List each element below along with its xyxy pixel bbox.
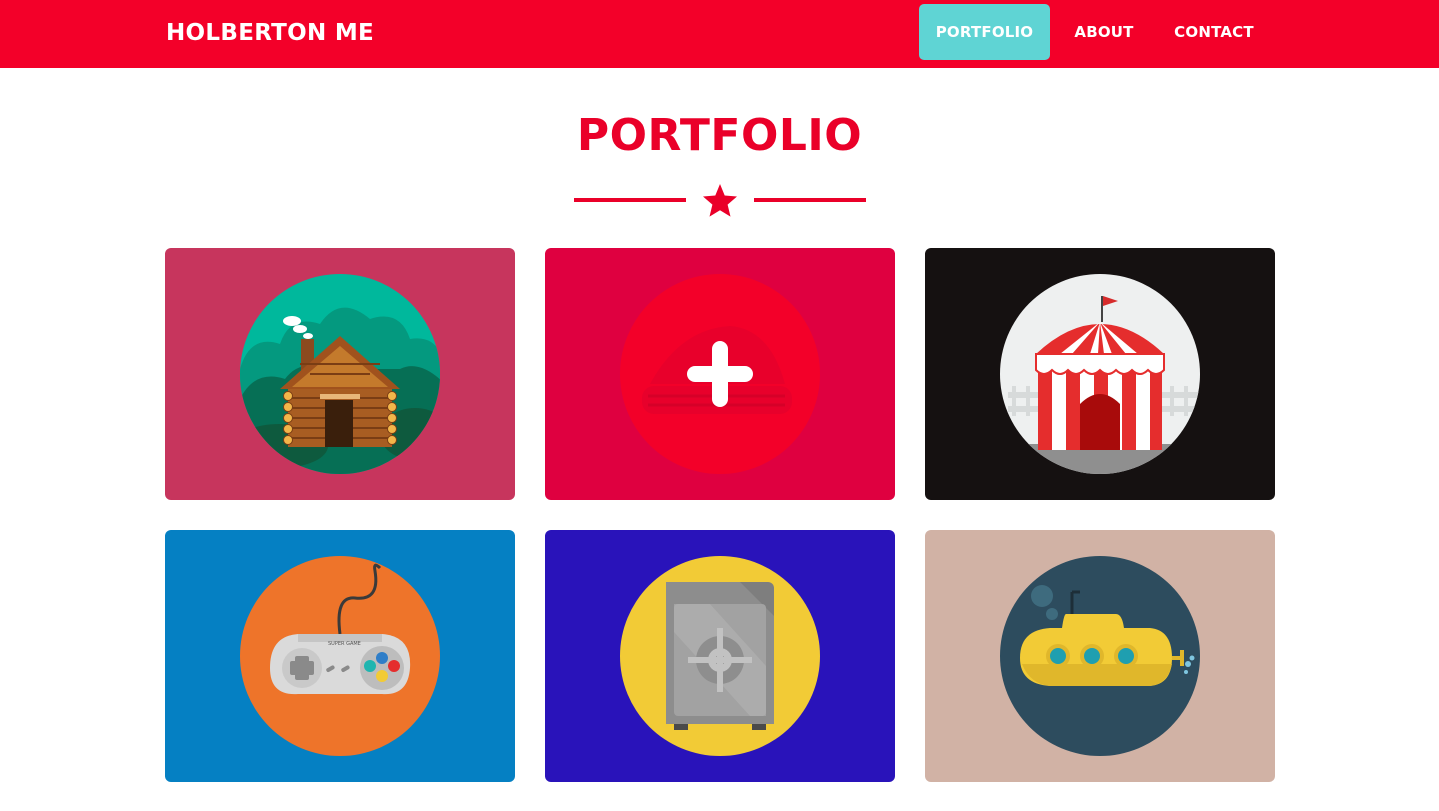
nav-item-about[interactable]: ABOUT [1060,4,1148,60]
portfolio-item-cabin[interactable] [165,248,515,500]
controller-label: SUPER GAME [328,641,361,647]
safe-icon [620,556,820,756]
portfolio-item-submarine[interactable] [925,530,1275,782]
submarine-icon [1000,556,1200,756]
section-title: PORTFOLIO [576,110,863,161]
nav-item-contact[interactable]: CONTACT [1160,4,1268,60]
portfolio-item-safe[interactable] [545,530,895,782]
navbar: HOLBERTON ME PORTFOLIO ABOUT CONTACT [0,0,1439,68]
divider-line-right [754,198,866,202]
portfolio-item-cake[interactable] [545,248,895,500]
game-controller-icon: SUPER GAME [240,556,440,756]
portfolio-item-circus[interactable] [925,248,1275,500]
divider-line-left [574,198,686,202]
portfolio-item-game[interactable]: SUPER GAME [165,530,515,782]
log-cabin-icon [240,274,440,474]
plus-icon [620,274,820,474]
nav-item-portfolio[interactable]: PORTFOLIO [919,4,1050,60]
brand-logo[interactable]: HOLBERTON ME [166,18,374,48]
star-icon [703,184,737,217]
circus-tent-icon [1000,274,1200,474]
